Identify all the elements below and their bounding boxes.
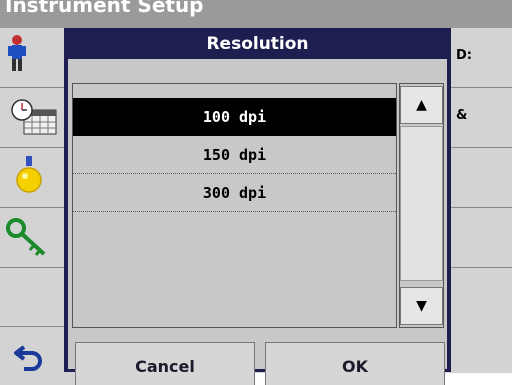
security-button[interactable]: [0, 208, 68, 268]
resolution-dialog: Resolution 100 dpi 150 dpi 300 dpi ▲ ▼ C…: [64, 28, 451, 385]
instrument-setup-screen: Instrument Setup D: & Resolution 100 dpi…: [0, 0, 512, 385]
right-option-1[interactable]: D:: [448, 28, 512, 88]
right-option-column: D: &: [448, 28, 512, 385]
cancel-button[interactable]: Cancel: [75, 342, 255, 385]
right-option-2-label: &: [456, 108, 468, 123]
operator-id-button[interactable]: [0, 28, 68, 88]
ok-button[interactable]: OK: [265, 342, 445, 385]
list-scrollbar[interactable]: ▲ ▼: [399, 83, 444, 328]
resolution-option[interactable]: 100 dpi: [73, 98, 396, 136]
date-time-icon: [10, 98, 60, 138]
right-option-2[interactable]: &: [448, 88, 512, 148]
window-title: Instrument Setup: [5, 0, 204, 17]
scroll-up-button[interactable]: ▲: [400, 86, 443, 124]
date-time-button[interactable]: [0, 88, 68, 148]
arrow-down-icon: ▼: [416, 298, 427, 314]
operator-id-icon: [6, 34, 28, 74]
back-arrow-icon: [14, 341, 44, 371]
dialog-title: Resolution: [206, 34, 309, 54]
resolution-option[interactable]: 150 dpi: [73, 136, 396, 174]
scroll-track[interactable]: [400, 126, 443, 281]
right-option-3[interactable]: [448, 148, 512, 208]
window-titlebar: Instrument Setup: [0, 0, 512, 28]
arrow-up-icon: ▲: [416, 97, 427, 113]
scroll-down-button[interactable]: ▼: [400, 287, 443, 325]
dialog-body: 100 dpi 150 dpi 300 dpi ▲ ▼ Cancel OK: [68, 59, 447, 385]
right-option-4[interactable]: [448, 208, 512, 268]
resolution-list: 100 dpi 150 dpi 300 dpi: [72, 83, 397, 328]
right-option-1-label: D:: [456, 48, 472, 63]
lamp-icon: [14, 156, 44, 198]
lamp-button[interactable]: [0, 148, 68, 208]
resolution-option[interactable]: 300 dpi: [73, 174, 396, 212]
security-key-icon: [6, 218, 50, 258]
